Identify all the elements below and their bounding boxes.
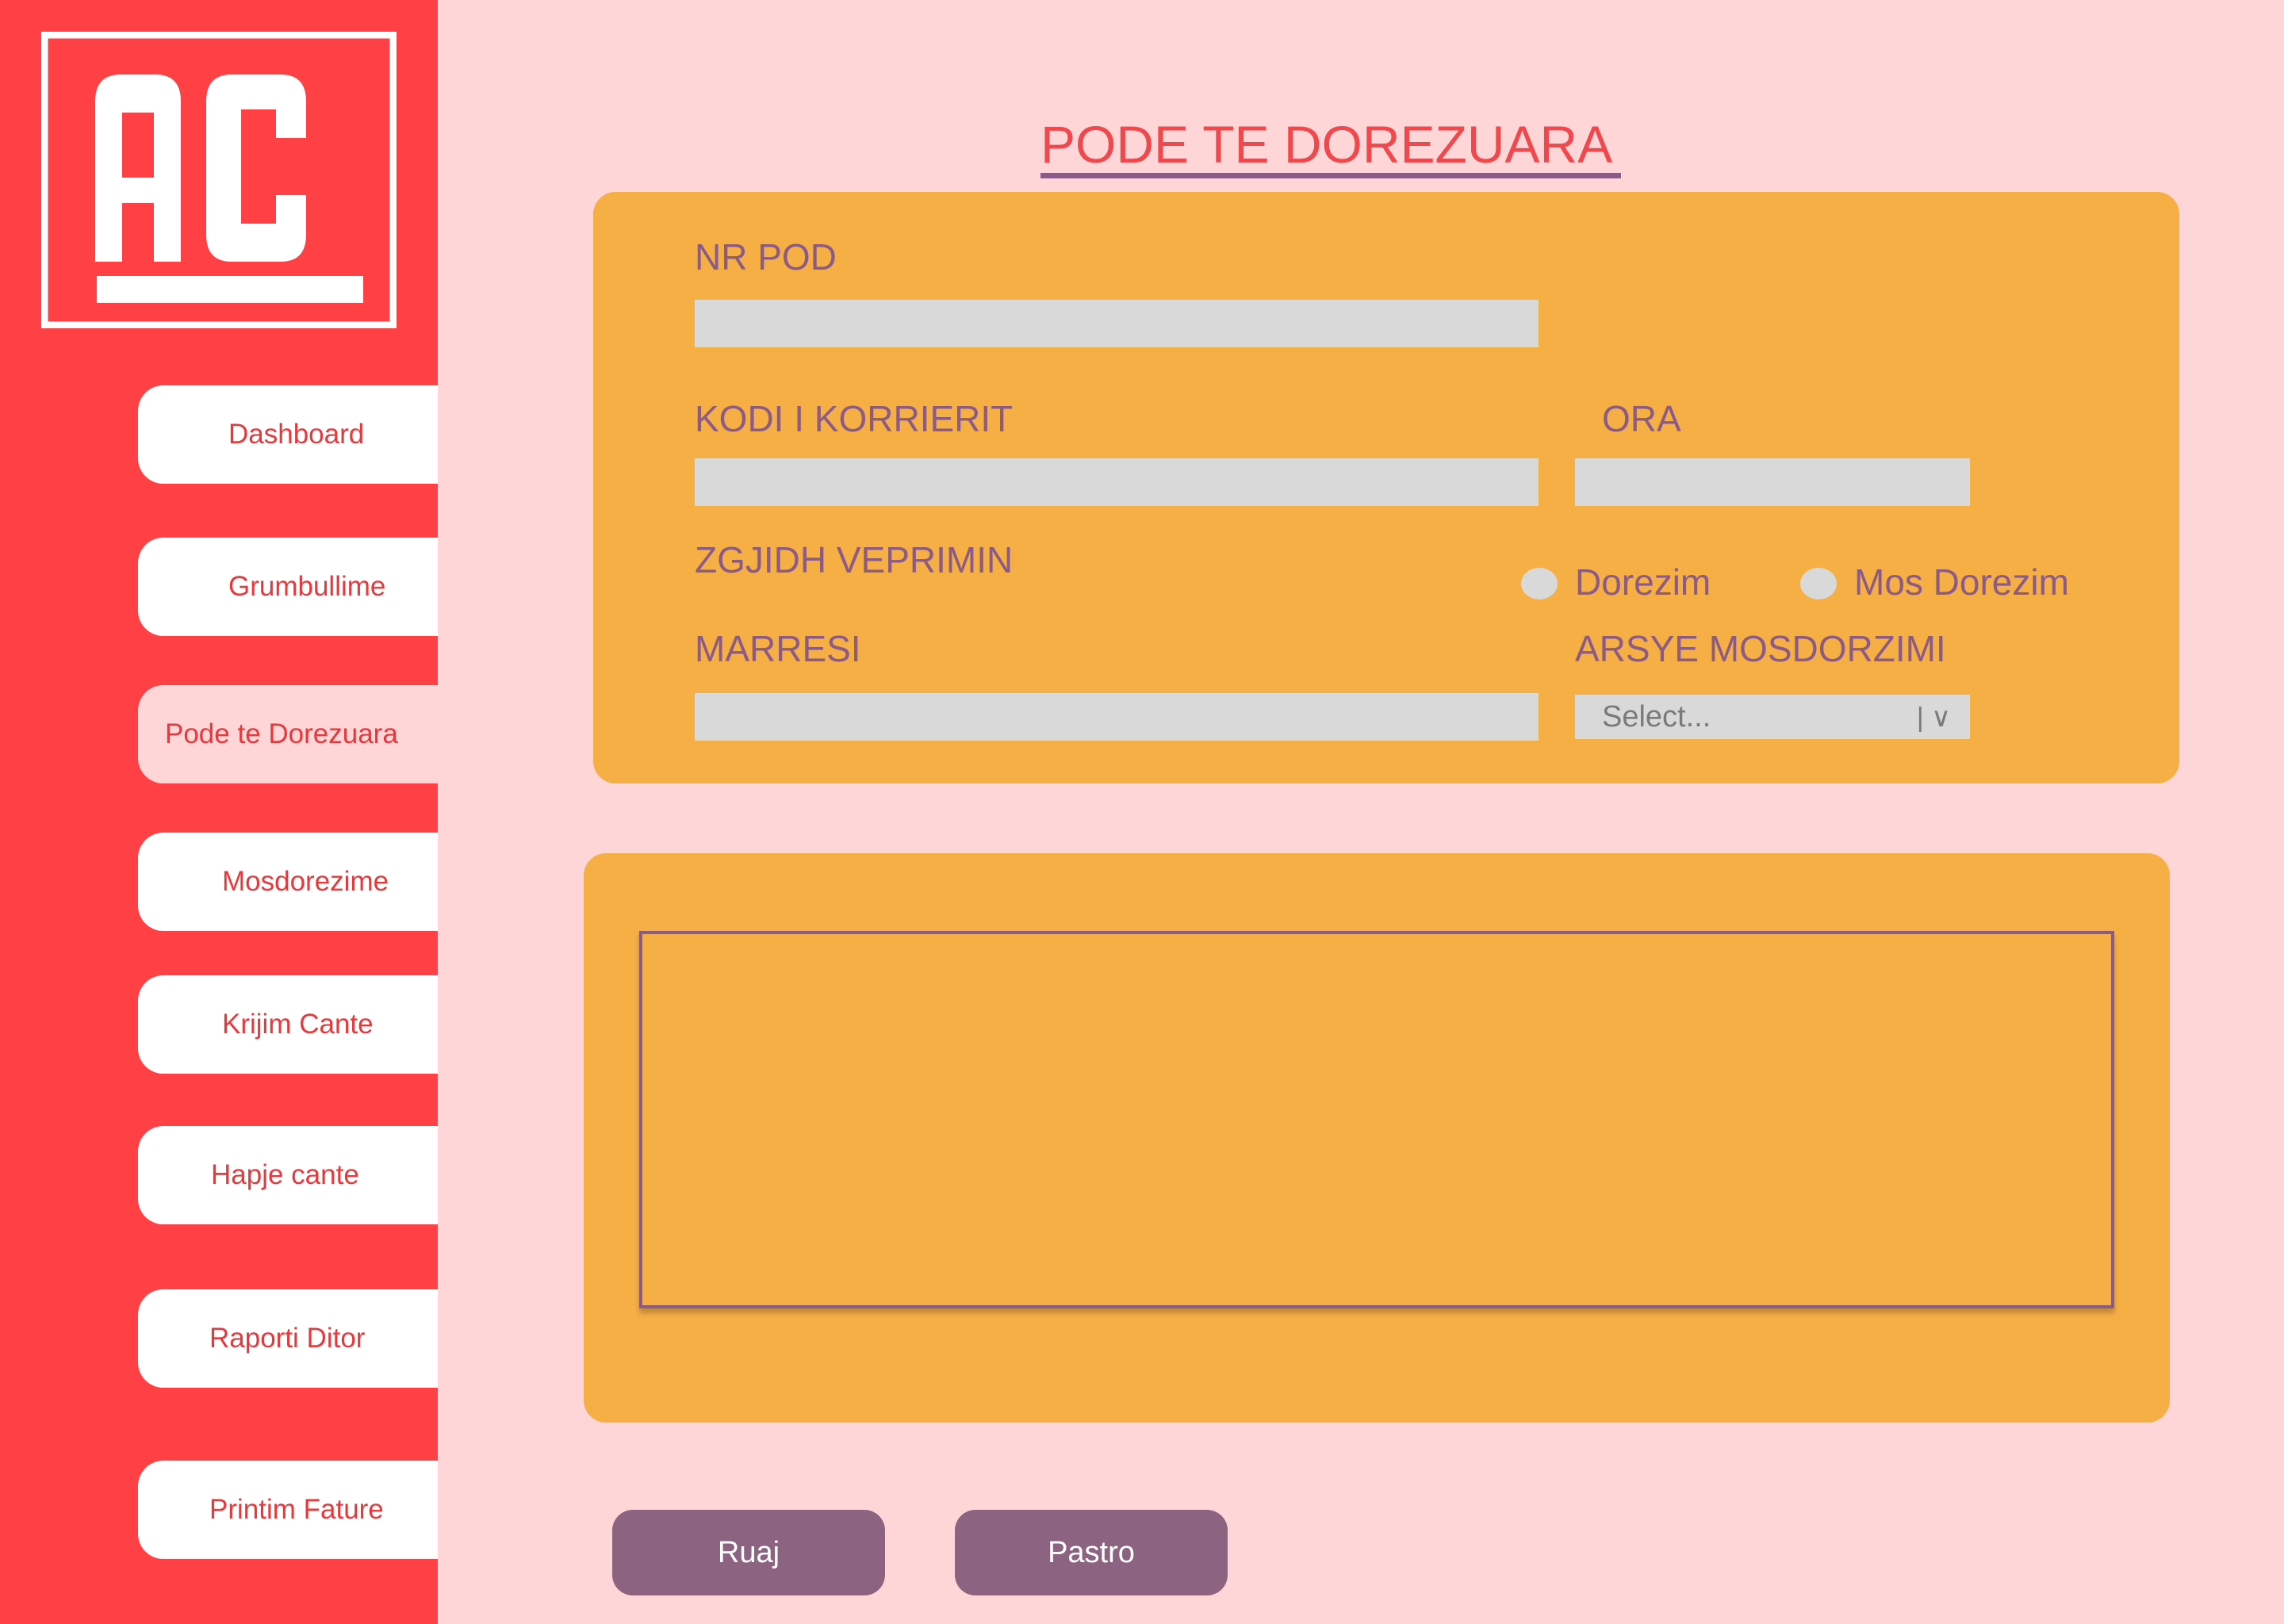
arsye-mosdorzimi-select[interactable]: Select... | ∨ — [1575, 695, 1970, 739]
zgjidh-veprimin-label: ZGJIDH VEPRIMIN — [695, 539, 1014, 580]
kodi-korrierit-input[interactable] — [695, 458, 1539, 506]
sidebar-item-label: Pode te Dorezuara — [165, 718, 398, 749]
radio-dorezim[interactable] — [1521, 568, 1558, 599]
nr-pod-label: NR POD — [695, 236, 837, 278]
nr-pod-input[interactable] — [695, 300, 1539, 347]
save-button[interactable]: Ruaj — [612, 1510, 885, 1595]
ac-logo — [41, 32, 397, 328]
radio-dorezim-label[interactable]: Dorezim — [1575, 560, 1711, 604]
sidebar-item-grumbullime[interactable]: Grumbullime — [138, 538, 438, 636]
chevron-down-icon: | ∨ — [1916, 703, 1951, 733]
ora-input[interactable] — [1575, 458, 1970, 506]
sidebar-item-label: Grumbullime — [228, 571, 386, 602]
sidebar-item-dashboard[interactable]: Dashboard — [138, 385, 438, 484]
sidebar-item-hapje-cante[interactable]: Hapje cante — [138, 1126, 438, 1224]
ora-label: ORA — [1602, 398, 1681, 439]
title-underline — [1040, 173, 1621, 178]
sidebar-item-label: Krijim Cante — [222, 1009, 374, 1040]
radio-mos-dorezim-label[interactable]: Mos Dorezim — [1854, 560, 2069, 604]
select-value: Select... — [1602, 700, 1711, 733]
sidebar-item-label: Mosdorezime — [222, 866, 389, 897]
marresi-input[interactable] — [695, 693, 1539, 741]
clear-button[interactable]: Pastro — [955, 1510, 1228, 1595]
sidebar-item-raporti-ditor[interactable]: Raporti Ditor — [138, 1289, 438, 1388]
sidebar-item-krijim-cante[interactable]: Krijim Cante — [138, 975, 438, 1074]
sidebar-item-label: Hapje cante — [211, 1159, 359, 1190]
sidebar-item-label: Raporti Ditor — [209, 1323, 366, 1354]
results-list[interactable] — [639, 931, 2114, 1308]
radio-mos-dorezim[interactable] — [1800, 568, 1837, 599]
marresi-label: MARRESI — [695, 628, 861, 669]
sidebar-item-pode-te-dorezuara[interactable]: Pode te Dorezuara — [138, 685, 438, 783]
sidebar-item-printim-fature[interactable]: Printim Fature — [138, 1461, 438, 1559]
arsye-mosdorzimi-label: ARSYE MOSDORZIMI — [1575, 628, 1946, 669]
kodi-korrierit-label: KODI I KORRIERIT — [695, 398, 1014, 439]
page-title: PODE TE DOREZUARA — [1040, 115, 1613, 174]
sidebar: Dashboard Grumbullime Pode te Dorezuara … — [0, 0, 438, 1624]
sidebar-item-mosdorezime[interactable]: Mosdorezime — [138, 833, 438, 931]
sidebar-item-label: Dashboard — [228, 419, 365, 450]
sidebar-item-label: Printim Fature — [209, 1494, 384, 1525]
